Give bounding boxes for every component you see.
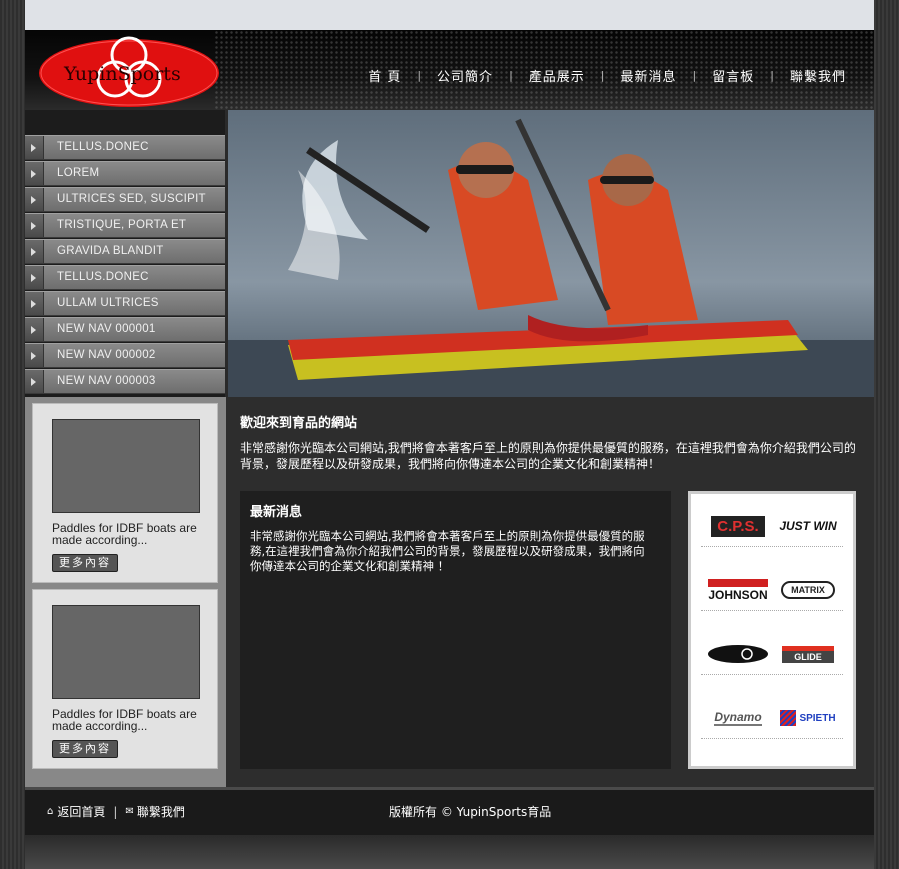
arrow-icon [25, 240, 44, 263]
sidebar-item-label: GRAVIDA BLANDIT [57, 245, 164, 257]
contact-link[interactable]: ✉ 聯繫我們 [125, 803, 184, 820]
sidebar-item-label: TELLUS.DONEC [57, 141, 149, 153]
brand-logo-matrix[interactable]: MATRIX [775, 576, 841, 604]
sidebar-item-label: ULTRICES SED, SUSCIPIT [57, 193, 206, 205]
sidebar-item[interactable]: GRAVIDA BLANDIT [25, 239, 225, 264]
arrow-icon [25, 292, 44, 315]
nav-contact[interactable]: 聯繫我們 [790, 66, 846, 85]
sidebar-item-label: NEW NAV 000003 [57, 375, 156, 387]
brand-logo-paddle[interactable] [705, 640, 771, 668]
brand-logos-panel: C.P.S. JUST WIN JOHNSON MATRIX GLIDE Dyn… [688, 491, 856, 769]
arrow-icon [25, 318, 44, 341]
sidebar: TELLUS.DONEC LOREM ULTRICES SED, SUSCIPI… [25, 110, 225, 397]
page-container: YupinSports 首 頁 | 公司簡介 | 產品展示 | 最新消息 | 留… [25, 0, 874, 869]
nav-about[interactable]: 公司簡介 [437, 66, 493, 85]
top-bar [25, 0, 874, 30]
hero-image [228, 110, 874, 397]
spieth-stripes-icon [780, 710, 797, 726]
sidebar-item[interactable]: NEW NAV 000001 [25, 317, 225, 342]
mail-icon: ✉ [125, 806, 134, 817]
sidebar-item-label: ULLAM ULTRICES [57, 297, 159, 309]
news-text: 非常感謝你光臨本公司網站,我們將會本著客戶至上的原則為你提供最優質的服務,在這裡… [250, 529, 645, 573]
sidebar-item-label: LOREM [57, 167, 100, 179]
brand-row: GLIDE [701, 634, 843, 675]
sidebar-item[interactable]: TELLUS.DONEC [25, 265, 225, 290]
nav-separator: | [770, 69, 774, 82]
sidebar-item[interactable]: TRISTIQUE, PORTA ET [25, 213, 225, 238]
product-thumbnail[interactable] [52, 605, 200, 699]
sidebar-item[interactable]: NEW NAV 000003 [25, 369, 225, 394]
main-nav: 首 頁 | 公司簡介 | 產品展示 | 最新消息 | 留言板 | 聯繫我們 [368, 66, 846, 85]
product-card: Paddles for IDBF boats are made accordin… [32, 589, 218, 769]
brand-logo-spieth[interactable]: SPIETH [775, 704, 841, 732]
sidebar-item[interactable]: ULTRICES SED, SUSCIPIT [25, 187, 225, 212]
arrow-icon [25, 344, 44, 367]
footer-links: ⌂ 返回首頁 | ✉ 聯繫我們 [47, 803, 185, 820]
back-home-link[interactable]: ⌂ 返回首頁 [47, 803, 105, 820]
product-description: Paddles for IDBF boats are made accordin… [52, 707, 197, 733]
more-button[interactable]: 更多內容 [52, 554, 118, 572]
product-thumbnail[interactable] [52, 419, 200, 513]
brand-row: JOHNSON MATRIX [701, 570, 843, 611]
arrow-icon [25, 188, 44, 211]
nav-products[interactable]: 產品展示 [529, 66, 585, 85]
left-column: Paddles for IDBF boats are made accordin… [25, 397, 226, 787]
header: YupinSports 首 頁 | 公司簡介 | 產品展示 | 最新消息 | 留… [25, 30, 874, 110]
logo-text: YupinSports [64, 63, 181, 85]
nav-news[interactable]: 最新消息 [621, 66, 677, 85]
arrow-icon [25, 162, 44, 185]
arrow-icon [25, 136, 44, 159]
arrow-icon [25, 370, 44, 393]
sidebar-item[interactable]: ULLAM ULTRICES [25, 291, 225, 316]
nav-home[interactable]: 首 頁 [368, 66, 401, 85]
main-content: Paddles for IDBF boats are made accordin… [25, 397, 874, 787]
more-button[interactable]: 更多內容 [52, 740, 118, 758]
logo[interactable]: YupinSports [38, 35, 220, 107]
brand-logo-cps[interactable]: C.P.S. [705, 512, 771, 540]
nav-separator: | [509, 69, 513, 82]
welcome-text: 非常感謝你光臨本公司網站,我們將會本著客戶至上的原則為你提供最優質的服務，在這裡… [240, 441, 856, 471]
nav-separator: | [600, 69, 605, 82]
brand-logo-johnson[interactable]: JOHNSON [705, 576, 771, 604]
nav-guestbook[interactable]: 留言板 [712, 66, 754, 85]
news-title: 最新消息 [250, 505, 303, 520]
sidebar-item-label: NEW NAV 000002 [57, 349, 156, 361]
arrow-icon [25, 214, 44, 237]
sidebar-item-label: TRISTIQUE, PORTA ET [57, 219, 187, 231]
arrow-icon [25, 266, 44, 289]
brand-row: Dynamo SPIETH [701, 698, 843, 739]
news-panel: 最新消息 非常感謝你光臨本公司網站,我們將會本著客戶至上的原則為你提供最優質的服… [240, 491, 671, 769]
copyright: 版權所有 © YupinSports育品 [389, 805, 552, 819]
page-bottom [25, 835, 874, 869]
product-description: Paddles for IDBF boats are made accordin… [52, 521, 197, 547]
brand-row: C.P.S. JUST WIN [701, 506, 843, 547]
sidebar-item-label: TELLUS.DONEC [57, 271, 149, 283]
home-icon: ⌂ [47, 806, 54, 817]
sidebar-item-label: NEW NAV 000001 [57, 323, 156, 335]
welcome-title: 歡迎來到育品的網站 [240, 416, 358, 431]
brand-logo-glide[interactable]: GLIDE [775, 640, 841, 668]
nav-separator: | [692, 69, 697, 82]
footer-separator: | [113, 804, 118, 819]
sidebar-item[interactable]: TELLUS.DONEC [25, 135, 225, 160]
nav-separator: | [417, 69, 422, 82]
product-card: Paddles for IDBF boats are made accordin… [32, 403, 218, 583]
brand-logo-dynamo[interactable]: Dynamo [705, 704, 771, 732]
sidebar-item[interactable]: LOREM [25, 161, 225, 186]
sidebar-item[interactable]: NEW NAV 000002 [25, 343, 225, 368]
footer: ⌂ 返回首頁 | ✉ 聯繫我們 版權所有 © YupinSports育品 [25, 787, 874, 835]
brand-logo-justwin[interactable]: JUST WIN [775, 512, 841, 540]
